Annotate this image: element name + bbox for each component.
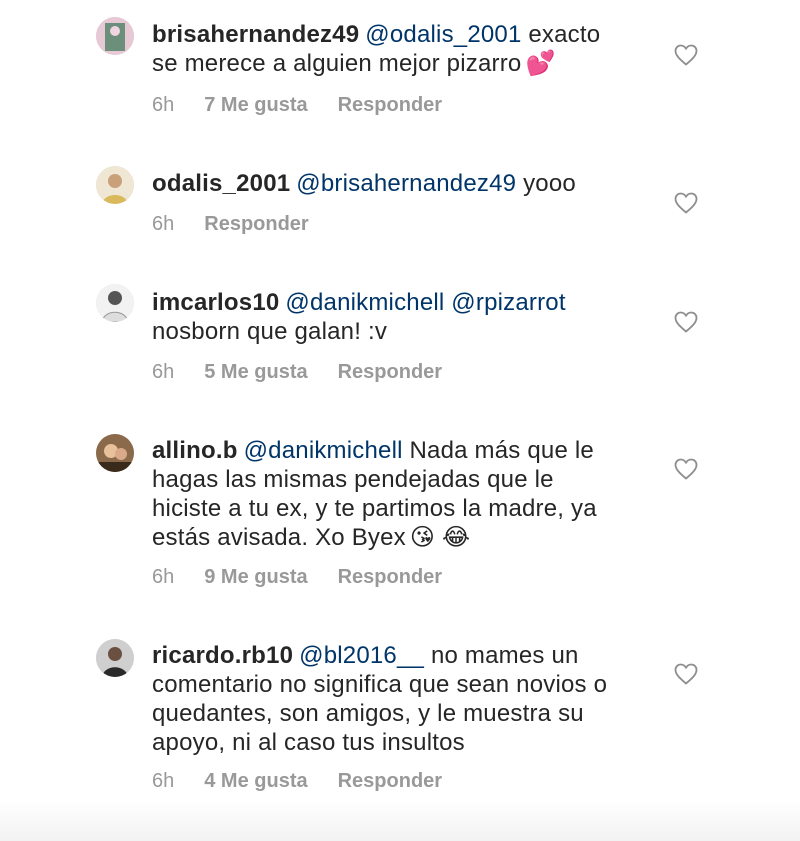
- comment-likes[interactable]: 5 Me gusta: [204, 361, 307, 383]
- comment-mention[interactable]: @danikmichell: [244, 437, 403, 464]
- comment-username[interactable]: brisahernandez49: [152, 21, 359, 48]
- comment-likes[interactable]: 4 Me gusta: [204, 770, 307, 792]
- comment-username[interactable]: imcarlos10: [152, 289, 279, 316]
- heart-outline-icon[interactable]: [674, 311, 698, 333]
- comment-likes[interactable]: 7 Me gusta: [204, 94, 307, 116]
- comment-body: nosborn que galan! :v: [152, 318, 388, 345]
- reply-button[interactable]: Responder: [204, 213, 308, 235]
- emoji: 💕: [525, 50, 556, 77]
- comment-time: 6h: [152, 566, 175, 588]
- bottom-fade: [0, 800, 800, 841]
- emoji: 😘 😂: [409, 524, 471, 551]
- reply-button[interactable]: Responder: [338, 770, 442, 792]
- reply-button[interactable]: Responder: [338, 94, 442, 116]
- comment-text: odalis_2001 @brisahernandez49 yooo: [152, 169, 622, 198]
- heart-outline-icon[interactable]: [674, 663, 698, 685]
- comment-username[interactable]: allino.b: [152, 437, 238, 464]
- comment-meta: 6h 9 Me gusta Responder: [152, 566, 472, 589]
- comment-mention[interactable]: @brisahernandez49: [296, 170, 516, 197]
- avatar[interactable]: [96, 17, 134, 55]
- comment-meta: 6h Responder: [152, 213, 339, 236]
- comment-meta: 6h 4 Me gusta Responder: [152, 770, 472, 793]
- comment-mention[interactable]: @odalis_2001: [365, 21, 521, 48]
- reply-button[interactable]: Responder: [338, 361, 442, 383]
- comment-text: imcarlos10 @danikmichell @rpizarrot nosbo…: [152, 288, 622, 346]
- avatar[interactable]: [96, 434, 134, 472]
- avatar[interactable]: [96, 166, 134, 204]
- comment-meta: 6h 7 Me gusta Responder: [152, 94, 472, 117]
- comment-body: yooo: [516, 170, 576, 197]
- comment-likes[interactable]: 9 Me gusta: [204, 566, 307, 588]
- comment-text: allino.b @danikmichell Nada más que le ha…: [152, 436, 622, 552]
- heart-outline-icon[interactable]: [674, 458, 698, 480]
- comment-text: ricardo.rb10 @bl2016__ no mames un coment…: [152, 641, 622, 757]
- comment-time: 6h: [152, 94, 175, 116]
- comment-time: 6h: [152, 361, 175, 383]
- heart-outline-icon[interactable]: [674, 44, 698, 66]
- comment-text: brisahernandez49 @odalis_2001 exacto se m…: [152, 20, 622, 78]
- comment-username[interactable]: ricardo.rb10: [152, 642, 293, 669]
- comment-time: 6h: [152, 213, 175, 235]
- comment-meta: 6h 5 Me gusta Responder: [152, 361, 472, 384]
- heart-outline-icon[interactable]: [674, 192, 698, 214]
- comment-mention[interactable]: @bl2016__: [299, 642, 424, 669]
- avatar[interactable]: [96, 284, 134, 322]
- avatar[interactable]: [96, 639, 134, 677]
- comment-username[interactable]: odalis_2001: [152, 170, 290, 197]
- reply-button[interactable]: Responder: [338, 566, 442, 588]
- comment-mention[interactable]: @danikmichell @rpizarrot: [285, 289, 565, 316]
- comment-time: 6h: [152, 770, 175, 792]
